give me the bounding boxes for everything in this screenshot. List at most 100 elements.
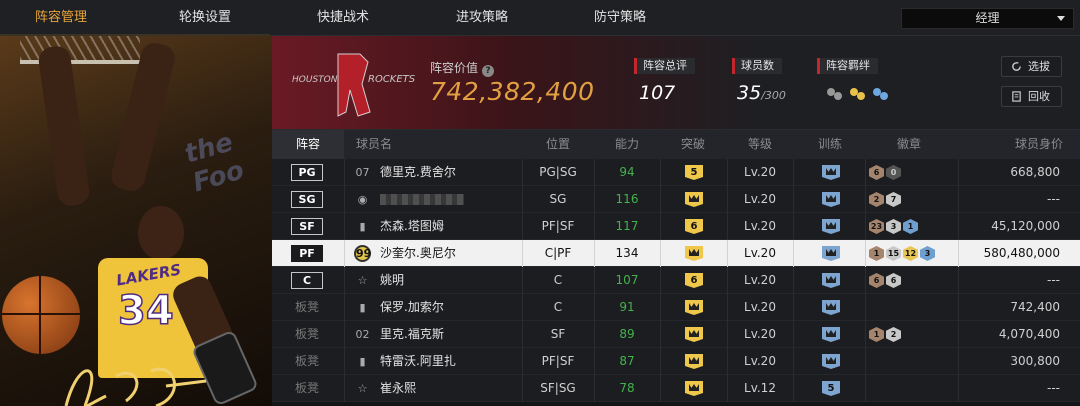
player-ability: 89 [619, 327, 635, 341]
recycle-icon [1012, 91, 1021, 102]
crown-icon [826, 357, 836, 364]
training-crown[interactable] [822, 192, 840, 207]
breakthrough-crown[interactable] [685, 300, 703, 315]
column-divider [865, 321, 866, 348]
badge-icon[interactable]: 1 [903, 219, 918, 234]
training-badge[interactable]: 5 [822, 381, 840, 396]
player-level: Lv.12 [744, 381, 776, 395]
player-name[interactable]: 姚明 [380, 267, 404, 294]
col-level[interactable]: 等级 [733, 130, 787, 159]
column-divider [865, 159, 866, 186]
player-position: SG [549, 192, 567, 206]
badge-icon[interactable]: 1 [869, 327, 884, 342]
player-name[interactable]: 杰森.塔图姆 [380, 213, 444, 240]
col-position[interactable]: 位置 [528, 130, 588, 159]
breakthrough-badge[interactable]: 5 [685, 165, 703, 180]
table-row[interactable]: PG 07 德里克.费舍尔 PG|SG 94 5 Lv.20 6 0 668,800 [272, 159, 1080, 186]
col-badges[interactable]: 徽章 [882, 130, 936, 159]
help-icon[interactable]: ? [482, 65, 495, 77]
player-level: Lv.20 [744, 300, 776, 314]
bar-chart-icon: ▮ [359, 301, 366, 314]
bond-stat: 阵容羁绊 [817, 58, 888, 100]
col-value[interactable]: 球员身价 [999, 130, 1079, 159]
player-level: Lv.20 [744, 327, 776, 341]
bond-icons[interactable] [823, 84, 893, 104]
column-divider [793, 348, 794, 375]
player-position: C|PF [544, 246, 572, 260]
tab-quick-tactics[interactable]: 快捷战术 [298, 0, 388, 36]
roster-table: 阵容 球员名 位置 能力 突破 等级 训练 徽章 球员身价 PG 07 德里克.费舍… [272, 130, 1080, 406]
table-row[interactable]: C ☆ 姚明 C 107 6 Lv.20 6 6 --- [272, 267, 1080, 294]
badge-icon[interactable]: 2 [886, 327, 901, 342]
training-crown[interactable] [822, 354, 840, 369]
column-divider [793, 294, 794, 321]
player-name[interactable]: 特雷沃.阿里扎 [380, 348, 456, 375]
player-position: C [553, 273, 563, 287]
player-value: 742,400 [1010, 300, 1060, 314]
player-position: PG|SG [539, 165, 577, 179]
training-crown[interactable] [822, 246, 840, 261]
badge-icon[interactable]: 6 [869, 273, 884, 288]
table-row[interactable]: 板凳 ▮ 保罗.加索尔 C 91 Lv.20 742,400 [272, 294, 1080, 321]
badge-icon[interactable]: 0 [886, 165, 901, 180]
player-name[interactable]: 崔永熙 [380, 375, 416, 402]
player-name[interactable]: 沙奎尔.奥尼尔 [380, 240, 456, 267]
breakthrough-badge[interactable]: 6 [685, 273, 703, 288]
badge-icon[interactable]: 23 [869, 219, 884, 234]
badge-icon[interactable]: 12 [903, 246, 918, 261]
badge-icon[interactable]: 7 [886, 192, 901, 207]
training-crown[interactable] [822, 219, 840, 234]
col-lineup[interactable]: 阵容 [272, 130, 344, 159]
player-level: Lv.20 [744, 219, 776, 233]
badge-icon[interactable]: 15 [886, 246, 901, 261]
player-ability: 117 [615, 219, 639, 233]
col-ability[interactable]: 能力 [600, 130, 654, 159]
role-select[interactable]: 经理 [901, 8, 1074, 29]
badge-icon[interactable]: 3 [920, 246, 935, 261]
breakthrough-badge[interactable]: 6 [685, 219, 703, 234]
training-crown[interactable] [822, 300, 840, 315]
badge-icon[interactable]: 2 [869, 192, 884, 207]
crown-icon [826, 168, 836, 175]
jersey-number: 34 [117, 287, 174, 335]
column-divider [793, 375, 794, 402]
table-row[interactable]: SG ◉ SG 116 Lv.20 2 7 --- [272, 186, 1080, 213]
training-crown[interactable] [822, 165, 840, 180]
badge-icon[interactable]: 6 [869, 165, 884, 180]
table-row[interactable]: 板凳 ▮ 特雷沃.阿里扎 PF|SF 87 Lv.20 300,800 [272, 348, 1080, 375]
player-name[interactable]: 德里克.费舍尔 [380, 159, 456, 186]
breakthrough-crown[interactable] [685, 354, 703, 369]
player-level: Lv.20 [744, 246, 776, 260]
tab-defense-strategy[interactable]: 防守策略 [575, 0, 665, 36]
col-breakthrough[interactable]: 突破 [666, 130, 720, 159]
table-row[interactable]: 板凳 ☆ 崔永熙 SF|SG 78 Lv.12 5 --- [272, 375, 1080, 402]
breakthrough-crown[interactable] [685, 327, 703, 342]
table-row[interactable]: SF ▮ 杰森.塔图姆 PF|SF 117 6 Lv.20 23 3 1 45,120,000 [272, 213, 1080, 240]
breakthrough-crown[interactable] [685, 381, 703, 396]
column-divider [793, 321, 794, 348]
role-select-value: 经理 [975, 11, 1000, 25]
breakthrough-crown[interactable] [685, 246, 703, 261]
tab-lineup-management[interactable]: 阵容管理 [16, 0, 106, 36]
recycle-button[interactable]: 回收 [1001, 86, 1062, 107]
training-crown[interactable] [822, 327, 840, 342]
lineup-value: 742,382,400 [430, 77, 595, 106]
player-name[interactable]: 里克.福克斯 [380, 321, 444, 348]
select-button[interactable]: 选拔 [1001, 56, 1062, 77]
tab-offense-strategy[interactable]: 进攻策略 [437, 0, 527, 36]
tab-rotation-settings[interactable]: 轮换设置 [160, 0, 250, 36]
logo-name: ROCKETS [368, 74, 416, 85]
badge-icon[interactable]: 1 [869, 246, 884, 261]
col-name[interactable]: 球员名 [344, 130, 404, 159]
col-training[interactable]: 训练 [803, 130, 857, 159]
table-row[interactable]: 板凳 02 里克.福克斯 SF 89 Lv.20 1 2 4,070,400 [272, 321, 1080, 348]
badge-icon[interactable]: 6 [886, 273, 901, 288]
player-position: PF|SF [541, 219, 575, 233]
player-name[interactable]: 保罗.加索尔 [380, 294, 444, 321]
column-divider [344, 294, 345, 321]
badge-icon[interactable]: 3 [886, 219, 901, 234]
player-position: PF|SF [541, 354, 575, 368]
breakthrough-crown[interactable] [685, 192, 703, 207]
table-row[interactable]: PF 99 沙奎尔.奥尼尔 C|PF 134 Lv.20 1 15 12 3 580,480,000 [272, 240, 1080, 267]
training-crown[interactable] [822, 273, 840, 288]
